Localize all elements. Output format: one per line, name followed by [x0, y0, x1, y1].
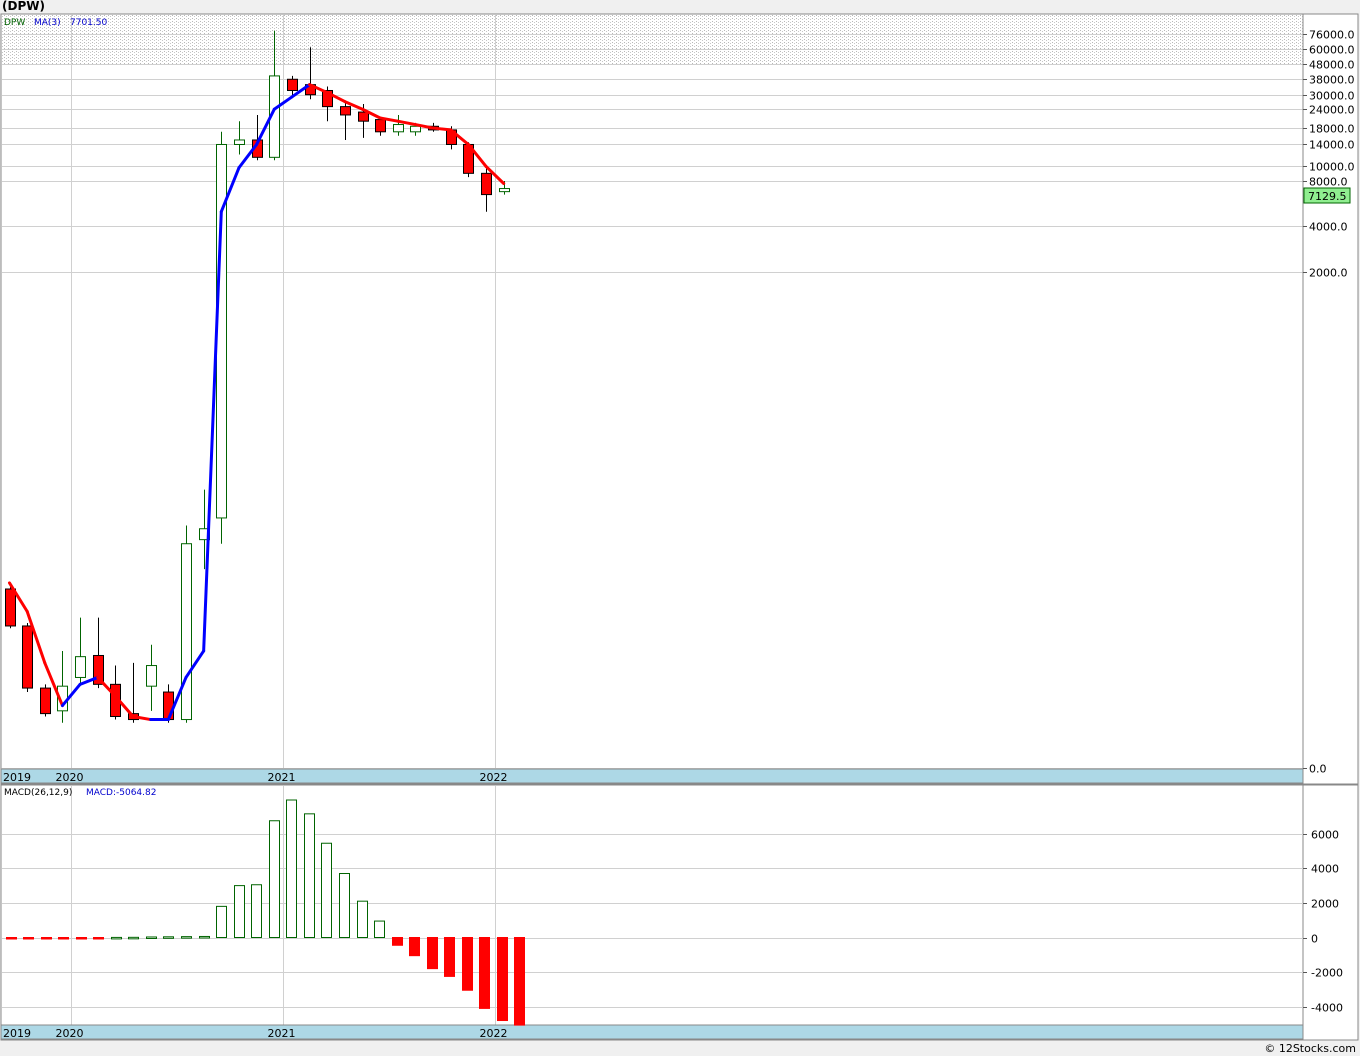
macd-bar — [286, 799, 297, 938]
macd-panel — [0, 784, 1359, 1041]
candle-body — [499, 188, 510, 193]
price-y-tick-label: 8000.0 — [1309, 176, 1348, 189]
macd-bar — [199, 935, 210, 939]
macd-y-tick-label: -2000 — [1311, 967, 1343, 980]
macd-y-tick-label: -4000 — [1311, 1002, 1343, 1015]
candle-body — [410, 125, 421, 133]
candle-body — [181, 543, 192, 721]
macd-time-axis — [0, 1024, 1304, 1040]
macd-bar — [357, 900, 368, 939]
price-y-tick-label: 14000.0 — [1309, 139, 1355, 152]
macd-x-label: 2021 — [268, 1027, 296, 1040]
macd-bar — [409, 937, 420, 957]
price-y-tick-label: 0.0 — [1309, 763, 1327, 776]
macd-bar — [234, 885, 245, 939]
price-legend-symbol: DPW — [4, 18, 25, 28]
price-y-tick-label: 2000.0 — [1309, 267, 1348, 280]
price-y-tick-label: 4000.0 — [1309, 221, 1348, 234]
macd-y-tick-label: 2000 — [1311, 898, 1339, 911]
macd-bar — [93, 937, 104, 940]
price-y-tick-label: 30000.0 — [1309, 90, 1355, 103]
macd-bar — [146, 936, 157, 939]
price-y-tick-label: 38000.0 — [1309, 74, 1355, 87]
macd-y-tick-label: 0 — [1311, 933, 1318, 946]
macd-legend-value: MACD:-5064.82 — [86, 788, 156, 798]
macd-bar — [392, 937, 403, 946]
candle-body — [393, 124, 404, 133]
price-legend-ma-label: MA(3) — [34, 18, 61, 28]
candle-body — [358, 111, 369, 122]
price-x-label: 2019 — [3, 771, 31, 784]
macd-bar — [514, 937, 525, 1026]
macd-bar — [58, 937, 69, 940]
macd-bar — [321, 842, 332, 939]
candle-body — [75, 656, 86, 678]
candle-body — [234, 139, 245, 145]
macd-x-label: 2022 — [480, 1027, 508, 1040]
candle-body — [340, 106, 351, 116]
macd-bar — [76, 937, 87, 940]
macd-y-tick-label: 6000 — [1311, 829, 1339, 842]
candle-body — [22, 625, 33, 689]
price-y-tick-label: 24000.0 — [1309, 104, 1355, 117]
macd-bar — [269, 820, 280, 938]
last-price-label: 7129.5 — [1308, 190, 1347, 203]
price-time-axis — [0, 768, 1304, 784]
price-x-label: 2020 — [56, 771, 84, 784]
macd-bar — [497, 937, 508, 1022]
macd-bar — [339, 873, 350, 938]
price-y-tick-label: 18000.0 — [1309, 123, 1355, 136]
macd-x-label: 2019 — [3, 1027, 31, 1040]
ma-segment — [431, 126, 453, 132]
candle-body — [5, 588, 16, 627]
site-credit: © 12Stocks.com — [1264, 1042, 1356, 1055]
macd-bar — [128, 936, 139, 940]
macd-bar — [462, 937, 473, 991]
price-dense-gridband — [2, 15, 1303, 65]
macd-x-label: 2020 — [56, 1027, 84, 1040]
price-y-tick-label: 10000.0 — [1309, 161, 1355, 174]
price-y-tick-label: 76000.0 — [1309, 29, 1355, 42]
stock-chart: 2019 2020 2021 2022 76000.060000.048000.038… — [0, 13, 1359, 1041]
page-title: (DPW) — [2, 0, 45, 13]
macd-bar — [23, 937, 34, 940]
macd-bar — [304, 813, 315, 939]
macd-bar — [6, 937, 17, 940]
macd-legend-label: MACD(26,12,9) — [4, 788, 72, 798]
candle-body — [375, 119, 386, 133]
price-x-label: 2022 — [480, 771, 508, 784]
macd-bar — [479, 937, 490, 1009]
price-y-tick-label: 60000.0 — [1309, 44, 1355, 57]
macd-bar — [444, 937, 455, 977]
price-legend-ma-value: 7701.50 — [70, 18, 107, 28]
macd-bar — [374, 920, 385, 938]
macd-bar — [427, 937, 438, 970]
macd-bar — [216, 905, 227, 938]
price-x-label: 2021 — [268, 771, 296, 784]
macd-bar — [251, 884, 262, 938]
macd-bar — [181, 936, 192, 939]
candle-body — [146, 665, 157, 687]
macd-y-tick-label: 4000 — [1311, 863, 1339, 876]
price-y-tick-label: 48000.0 — [1309, 59, 1355, 72]
macd-bar — [41, 937, 52, 940]
candle-body — [481, 172, 492, 196]
macd-bar — [163, 936, 174, 939]
candle-body — [40, 687, 51, 715]
macd-bar — [111, 936, 122, 940]
price-panel — [0, 13, 1359, 785]
candle-body — [287, 78, 298, 91]
